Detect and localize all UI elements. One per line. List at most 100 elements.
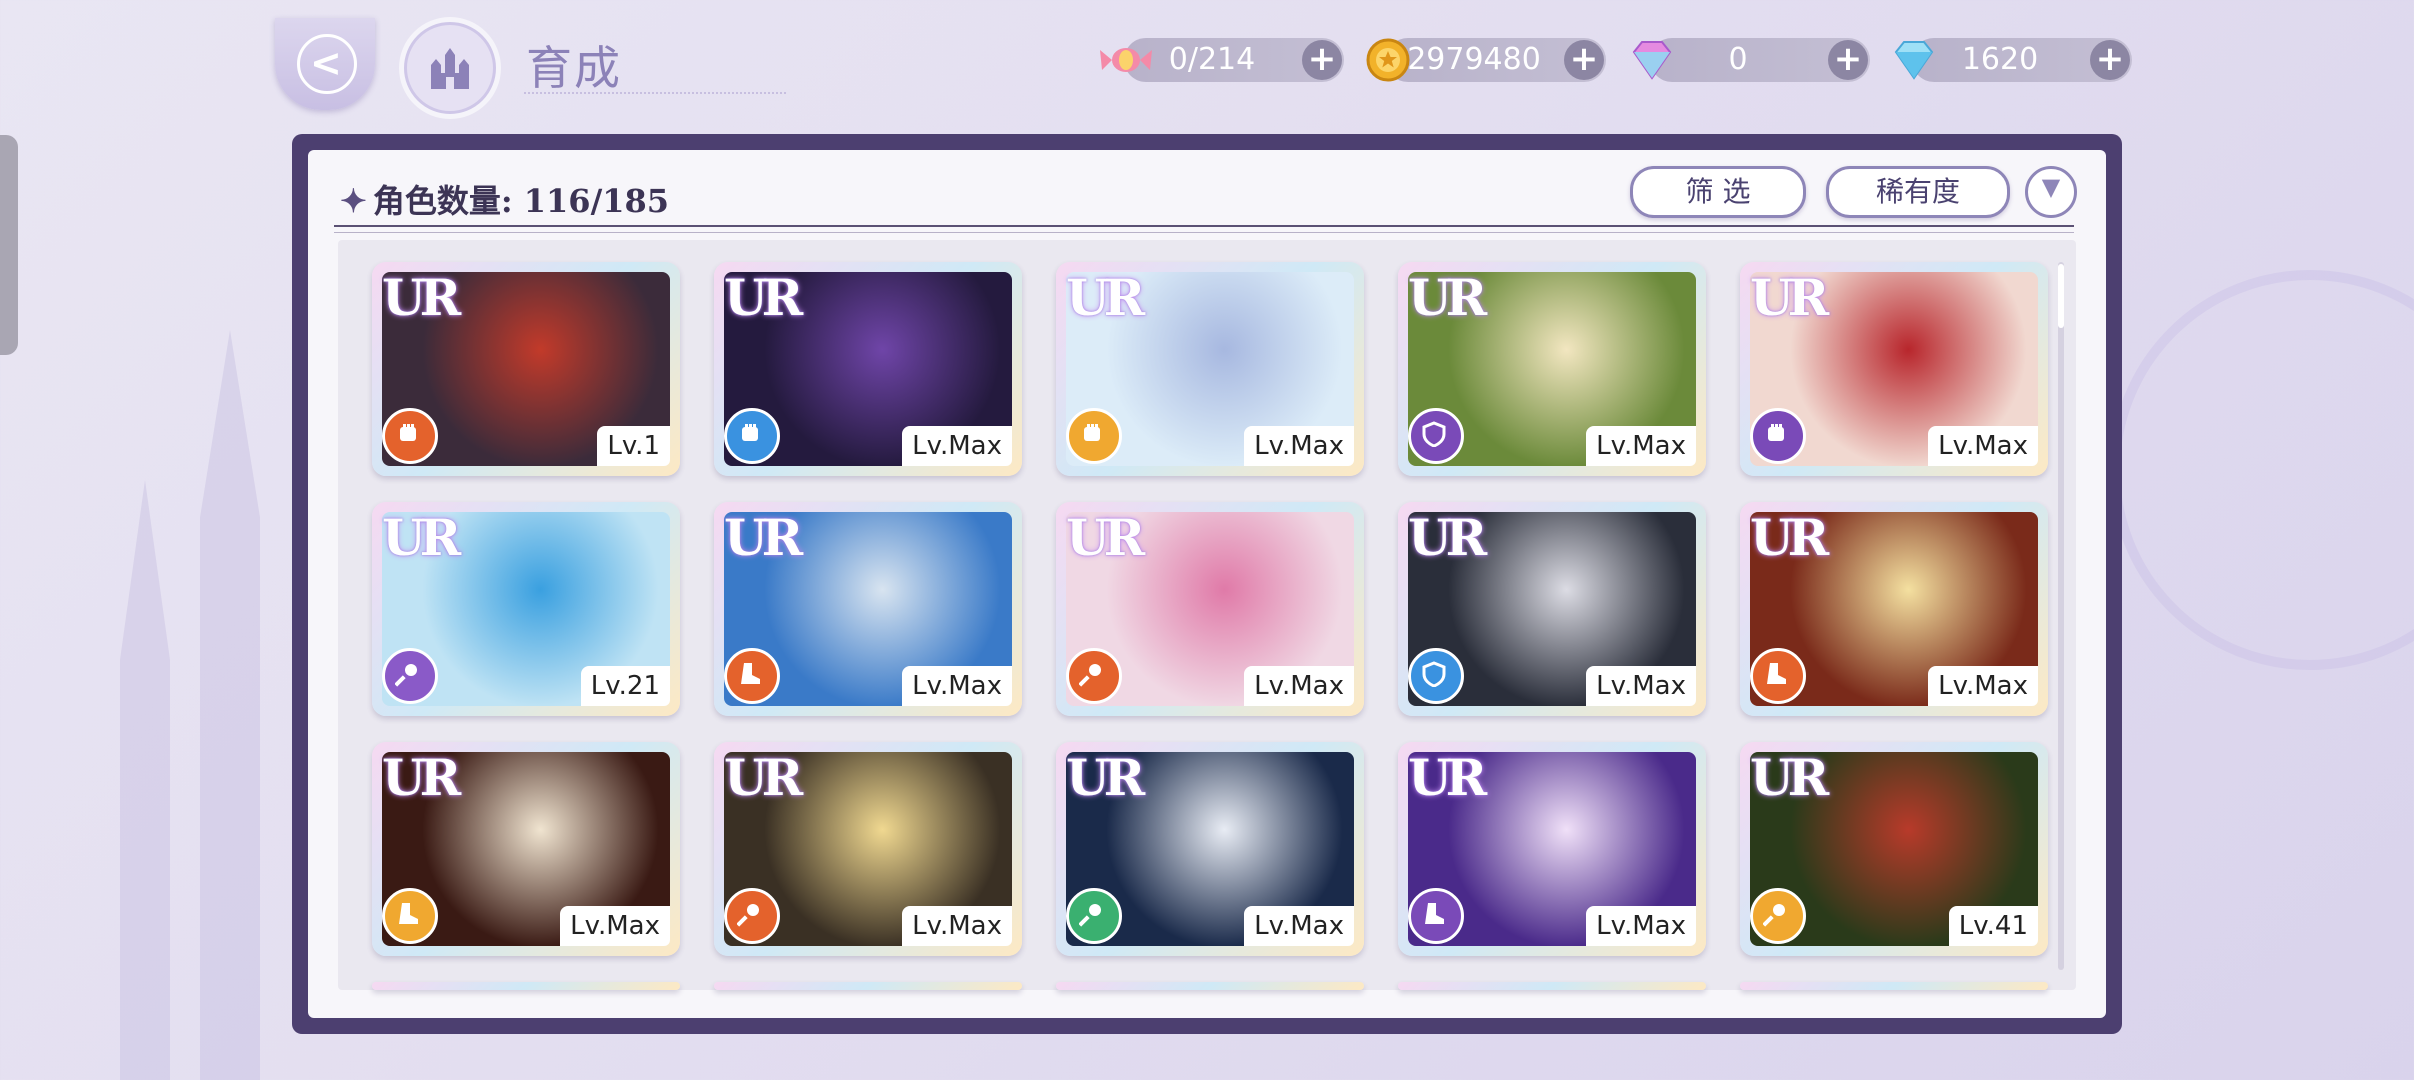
level-label: Lv.21	[580, 666, 670, 706]
attribute-badge	[382, 648, 438, 704]
grid-scrollbar[interactable]	[2058, 262, 2064, 970]
attribute-badge	[1408, 888, 1464, 944]
character-card[interactable]: UR Lv.Max	[1398, 262, 1706, 476]
add-candy-button[interactable]: +	[1302, 40, 1342, 80]
back-arrow-icon: <	[297, 34, 357, 94]
character-card[interactable]: UR Lv.Max	[1056, 742, 1364, 956]
character-count-label: 角色数量: 116/185	[372, 182, 670, 220]
level-label: Lv.Max	[1244, 906, 1354, 946]
boot-icon	[399, 903, 418, 924]
rarity-badge: UR	[382, 268, 461, 327]
rarity-badge: UR	[1750, 268, 1829, 327]
character-card[interactable]: UR Lv.Max	[1740, 262, 2048, 476]
side-drawer-handle[interactable]	[0, 135, 18, 355]
resource-pink-gem: 0 +	[1632, 38, 1870, 82]
sort-direction-button[interactable]: ▼	[2025, 166, 2077, 218]
character-card[interactable]: UR Lv.Max	[714, 502, 1022, 716]
attribute-badge	[1750, 648, 1806, 704]
character-card-partial[interactable]	[1056, 982, 1364, 990]
character-card-partial[interactable]	[1740, 982, 2048, 990]
attribute-badge	[1750, 408, 1806, 464]
boot-icon	[741, 663, 760, 684]
character-card[interactable]: UR Lv.Max	[714, 262, 1022, 476]
attribute-badge	[1066, 648, 1122, 704]
character-card[interactable]: UR Lv.Max	[1398, 502, 1706, 716]
rarity-badge: UR	[1750, 508, 1829, 567]
character-card[interactable]: UR Lv.Max	[714, 742, 1022, 956]
attribute-badge	[382, 888, 438, 944]
level-label: Lv.Max	[1586, 426, 1696, 466]
rarity-badge: UR	[1408, 748, 1487, 807]
home-button[interactable]	[404, 22, 496, 114]
level-label: Lv.Max	[1928, 426, 2038, 466]
background-castle-silhouette	[120, 480, 170, 1080]
attribute-badge	[1408, 648, 1464, 704]
shield-icon	[1422, 661, 1446, 687]
pink-gem-value: 0	[1728, 42, 1748, 77]
attribute-badge	[1066, 888, 1122, 944]
level-label: Lv.Max	[902, 426, 1012, 466]
rarity-badge: UR	[724, 748, 803, 807]
rarity-badge: UR	[1750, 748, 1829, 807]
filter-button[interactable]: 筛 选	[1630, 166, 1806, 218]
rarity-badge: UR	[724, 508, 803, 567]
level-label: Lv.Max	[1244, 426, 1354, 466]
level-label: Lv.Max	[1586, 666, 1696, 706]
blue-gem-value: 1620	[1961, 42, 2039, 77]
castle-icon	[431, 48, 469, 89]
grid-scrollbar-thumb[interactable]	[2058, 264, 2064, 328]
character-card-partial[interactable]	[1398, 982, 1706, 990]
character-card[interactable]: UR Lv.Max	[1740, 502, 2048, 716]
character-card[interactable]: UR Lv.Max	[1056, 502, 1364, 716]
sparkle-icon: ✦	[340, 182, 367, 220]
level-label: Lv.Max	[902, 666, 1012, 706]
wand-icon	[1079, 664, 1101, 687]
character-card[interactable]: UR Lv.Max	[1056, 262, 1364, 476]
character-card[interactable]: UR Lv.Max	[1398, 742, 1706, 956]
background-ferris-wheel	[2110, 270, 2414, 670]
level-label: Lv.Max	[1586, 906, 1696, 946]
rarity-badge: UR	[382, 748, 461, 807]
level-label: Lv.1	[597, 426, 670, 466]
sort-rarity-button[interactable]: 稀有度	[1826, 166, 2010, 218]
resource-candy: 0/214 +	[1100, 38, 1344, 82]
add-coin-button[interactable]: +	[1564, 40, 1604, 80]
wand-icon	[1079, 904, 1101, 927]
level-label: Lv.Max	[560, 906, 670, 946]
character-card[interactable]: UR Lv.Max	[372, 742, 680, 956]
character-card-partial[interactable]	[372, 982, 680, 990]
add-blue-gem-button[interactable]: +	[2090, 40, 2130, 80]
rarity-badge: UR	[1408, 508, 1487, 567]
attribute-badge	[1066, 408, 1122, 464]
attribute-badge	[724, 888, 780, 944]
rarity-badge: UR	[382, 508, 461, 567]
character-card[interactable]: UR Lv.41	[1740, 742, 2048, 956]
character-card[interactable]: UR Lv.1	[372, 262, 680, 476]
fist-icon	[742, 424, 758, 441]
character-card[interactable]: UR Lv.21	[372, 502, 680, 716]
rarity-badge: UR	[1066, 748, 1145, 807]
level-label: Lv.41	[1948, 906, 2038, 946]
character-card-partial[interactable]	[714, 982, 1022, 990]
attribute-badge	[724, 408, 780, 464]
boot-icon	[1425, 903, 1444, 924]
fist-icon	[400, 424, 416, 441]
level-label: Lv.Max	[1244, 666, 1354, 706]
fist-icon	[1084, 424, 1100, 441]
fist-icon	[1768, 424, 1784, 441]
boot-icon	[1767, 663, 1786, 684]
wand-icon	[395, 664, 417, 687]
header-divider-thin	[334, 232, 2074, 233]
attribute-badge	[382, 408, 438, 464]
add-pink-gem-button[interactable]: +	[1828, 40, 1868, 80]
rarity-badge: UR	[1408, 268, 1487, 327]
resource-coin: 2979480 +	[1366, 38, 1606, 82]
rarity-badge: UR	[1066, 268, 1145, 327]
attribute-badge	[1750, 888, 1806, 944]
rarity-badge: UR	[724, 268, 803, 327]
coin-value: 2979480	[1407, 42, 1541, 77]
back-button[interactable]: <	[275, 18, 375, 110]
wand-icon	[737, 904, 759, 927]
level-label: Lv.Max	[1928, 666, 2038, 706]
rarity-badge: UR	[1066, 508, 1145, 567]
